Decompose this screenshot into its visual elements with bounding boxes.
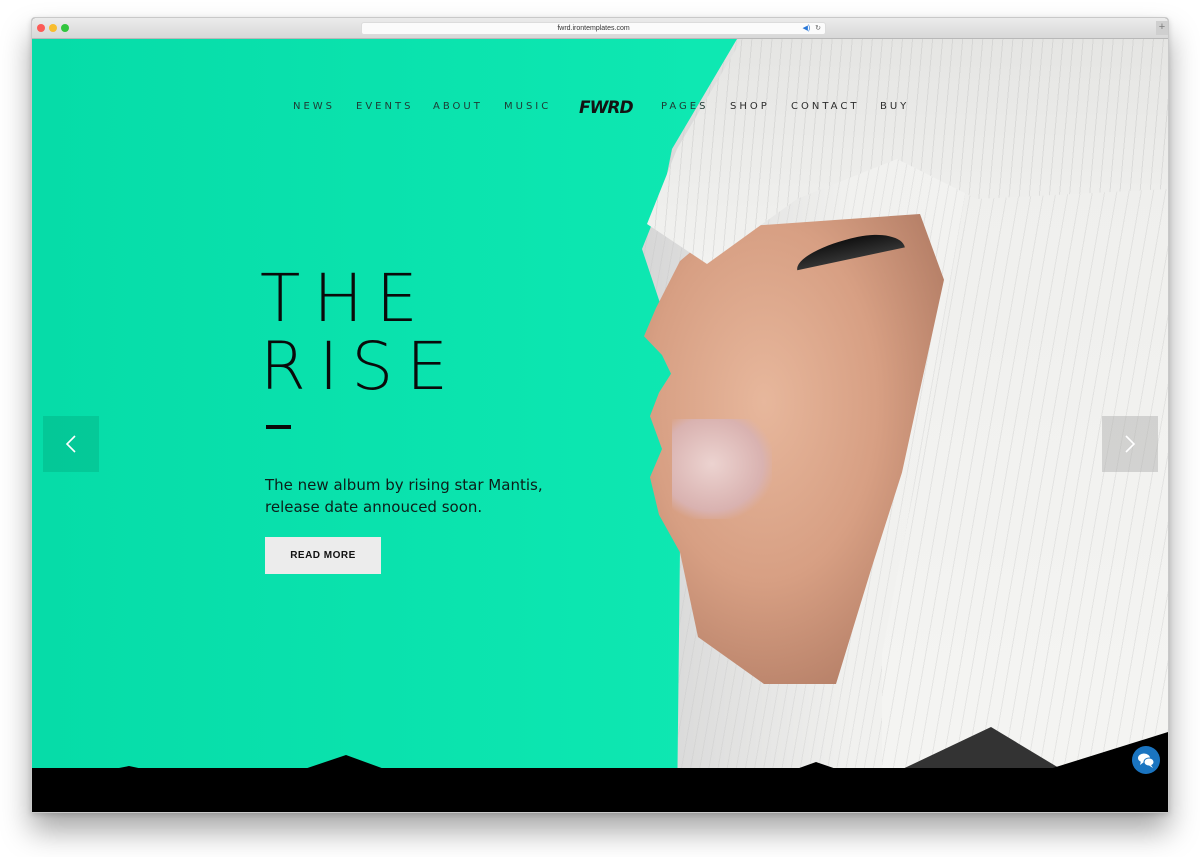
slider-next-button[interactable] — [1102, 416, 1158, 472]
browser-window: fwrd.irontemplates.com ◀) ↻ + NEWS EVENT… — [31, 17, 1169, 813]
browser-titlebar: fwrd.irontemplates.com ◀) ↻ + — [32, 18, 1168, 39]
reload-icon[interactable]: ↻ — [815, 25, 821, 32]
site-logo[interactable]: FWRD — [579, 97, 635, 119]
nav-pages[interactable]: PAGES — [661, 97, 708, 117]
chat-widget-button[interactable] — [1132, 746, 1160, 774]
nav-about[interactable]: ABOUT — [433, 97, 483, 117]
url-text: fwrd.irontemplates.com — [557, 25, 630, 32]
chevron-left-icon — [65, 435, 76, 453]
hero-subtitle: The new album by rising star Mantis, rel… — [265, 474, 585, 518]
hero-subtitle-line-1: The new album by rising star Mantis, — [265, 476, 543, 494]
nav-events[interactable]: EVENTS — [356, 97, 413, 117]
page-viewport: NEWS EVENTS ABOUT MUSIC FWRD PAGES SHOP … — [32, 39, 1168, 812]
photo-lips — [672, 419, 772, 519]
footer-black-band — [32, 768, 1168, 812]
plus-icon: + — [1158, 21, 1166, 33]
speaker-icon[interactable]: ◀) — [802, 25, 810, 32]
main-nav: NEWS EVENTS ABOUT MUSIC FWRD PAGES SHOP … — [32, 97, 1168, 119]
minimize-window-button[interactable] — [49, 24, 57, 32]
close-window-button[interactable] — [37, 24, 45, 32]
slider-prev-button[interactable] — [43, 416, 99, 472]
hero-title: THE RISE — [260, 265, 461, 401]
address-bar-icons: ◀) ↻ — [802, 23, 821, 34]
chevron-right-icon — [1125, 435, 1136, 453]
chat-bubbles-icon — [1138, 753, 1155, 768]
nav-buy[interactable]: BUY — [880, 97, 909, 117]
address-bar[interactable]: fwrd.irontemplates.com ◀) ↻ — [361, 22, 826, 35]
hero-title-line-2: RISE — [260, 328, 461, 405]
hero-subtitle-line-2: release date annouced soon. — [265, 498, 483, 516]
new-tab-button[interactable]: + — [1156, 21, 1168, 35]
hero-title-line-1: THE — [260, 260, 431, 337]
nav-shop[interactable]: SHOP — [730, 97, 770, 117]
nav-news[interactable]: NEWS — [293, 97, 335, 117]
read-more-button[interactable]: READ MORE — [265, 537, 381, 574]
nav-contact[interactable]: CONTACT — [791, 97, 859, 117]
nav-music[interactable]: MUSIC — [504, 97, 551, 117]
hero-title-underline — [266, 425, 291, 429]
zoom-window-button[interactable] — [61, 24, 69, 32]
